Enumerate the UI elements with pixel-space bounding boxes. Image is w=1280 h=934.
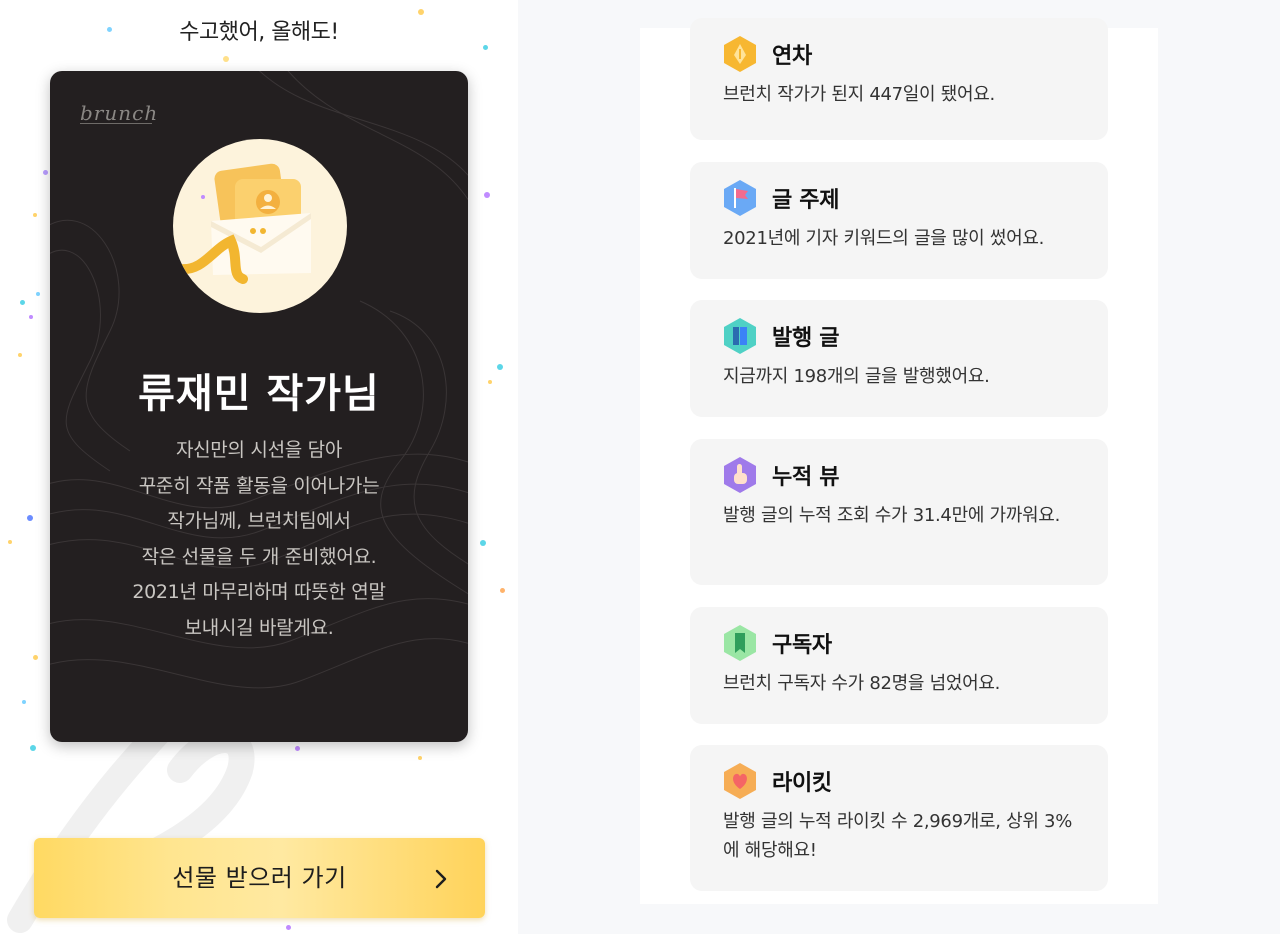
message-line: 2021년 마무리하며 따뜻한 연말 — [132, 581, 386, 603]
get-gift-button-label: 선물 받으러 가기 — [172, 864, 347, 892]
stat-description: 브런치 구독자 수가 82명을 넘었어요. — [723, 673, 1001, 694]
flag-icon — [724, 180, 756, 216]
stat-title: 글 주제 — [772, 188, 840, 213]
stat-title: 발행 글 — [772, 326, 840, 351]
stat-card-subscribers: 구독자 브런치 구독자 수가 82명을 넘었어요. — [690, 607, 1108, 724]
chevron-right-icon — [435, 869, 447, 889]
message-line: 보내시길 바랄게요. — [184, 616, 334, 639]
bookmark-icon — [724, 625, 756, 661]
stat-card-topic: 글 주제 2021년에 기자 키워드의 글을 많이 썼어요. — [690, 162, 1108, 279]
stat-description: 2021년에 기자 키워드의 글을 많이 썼어요. — [723, 228, 1045, 249]
writer-name: 류재민 작가님 — [138, 371, 380, 417]
page-title: 수고했어, 올해도! — [179, 20, 339, 45]
stat-description: 발행 글의 누적 조회 수가 31.4만에 가까워요. — [723, 505, 1060, 526]
message-line: 꾸준히 작품 활동을 이어나가는 — [138, 474, 380, 497]
stat-card-years: 연차 브런치 작가가 된지 447일이 됐어요. — [690, 18, 1108, 140]
stat-description: 발행 글의 누적 라이킷 수 2,969개로, 상위 3%에 해당해요! — [723, 811, 1072, 861]
envelope-illustration — [173, 139, 347, 313]
stat-card-published: 발행 글 지금까지 198개의 글을 발행했어요. — [690, 300, 1108, 417]
gift-intro-panel: 수고했어, 올해도! brunch 류재민 작가님 자신만의 시선을 담아 꾸준… — [0, 0, 518, 934]
stat-description: 지금까지 198개의 글을 발행했어요. — [723, 366, 990, 387]
stat-title: 연차 — [772, 44, 812, 69]
pointer-hand-icon — [724, 457, 756, 493]
stat-title: 구독자 — [772, 633, 832, 658]
heart-icon — [724, 763, 756, 799]
writer-card: brunch 류재민 작가님 자신만의 시선을 담아 꾸준히 작품 활동을 이어… — [50, 71, 468, 742]
stat-card-views: 누적 뷰 발행 글의 누적 조회 수가 31.4만에 가까워요. — [690, 439, 1108, 585]
message-line: 작은 선물을 두 개 준비했어요. — [141, 545, 377, 568]
stat-title: 라이킷 — [772, 771, 832, 796]
brunch-logo: brunch — [80, 101, 159, 125]
stat-title: 누적 뷰 — [772, 465, 840, 490]
message-line: 작가님께, 브런치팀에서 — [167, 510, 351, 532]
card-message: 자신만의 시선을 담아 꾸준히 작품 활동을 이어나가는 작가님께, 브런치팀에… — [50, 433, 468, 646]
message-line: 자신만의 시선을 담아 — [175, 439, 343, 461]
book-icon — [724, 318, 756, 354]
stats-panel: 연차 브런치 작가가 된지 447일이 됐어요. 글 주제 2021년에 기자 … — [640, 18, 1158, 904]
stat-description: 브런치 작가가 된지 447일이 됐어요. — [723, 84, 995, 105]
pen-nib-icon — [724, 36, 756, 72]
stat-card-likeit: 라이킷 발행 글의 누적 라이킷 수 2,969개로, 상위 3%에 해당해요! — [690, 745, 1108, 891]
get-gift-button[interactable]: 선물 받으러 가기 — [34, 838, 485, 918]
